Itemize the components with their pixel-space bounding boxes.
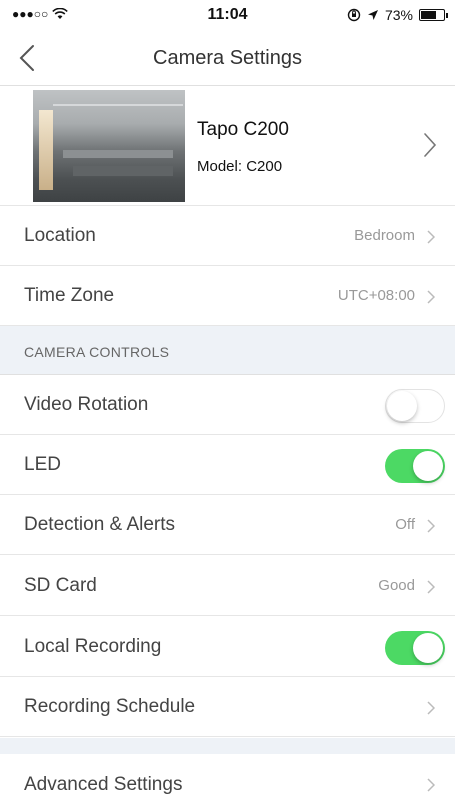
thumbnail-desk [73,166,173,176]
row-value: Bedroom [354,227,415,244]
chevron-right-icon [427,778,435,792]
time-zone-row[interactable]: Time Zone UTC+08:00 [0,266,455,326]
led-row: LED [0,435,455,495]
location-row[interactable]: Location Bedroom [0,206,455,266]
device-summary-row[interactable]: Tapo C200 Model: C200 [0,86,455,206]
row-label: SD Card [24,575,97,596]
toggle-knob [413,633,443,663]
page-title: Camera Settings [153,47,302,69]
thumbnail-desk [63,150,173,158]
section-spacer [0,738,455,754]
chevron-right-icon [427,290,435,304]
row-label: Video Rotation [24,394,149,415]
row-label: Advanced Settings [24,774,183,795]
toggle-knob [413,451,443,481]
row-label: Time Zone [24,285,115,306]
nav-bar: Camera Settings [0,30,455,86]
location-arrow-icon [367,10,378,20]
local-recording-toggle[interactable] [385,631,445,665]
chevron-right-icon [424,133,437,157]
row-label: Local Recording [24,636,162,657]
chevron-right-icon [427,580,435,594]
chevron-right-icon [427,519,435,533]
section-header-camera-controls: CAMERA CONTROLS [0,326,455,375]
local-recording-row: Local Recording [0,617,455,677]
orientation-lock-icon [347,8,361,22]
row-value: Off [395,516,415,533]
camera-thumbnail [33,90,185,202]
toggle-knob [387,391,417,421]
recording-schedule-row[interactable]: Recording Schedule [0,677,455,737]
thumbnail-window [39,110,53,190]
section-header-label: CAMERA CONTROLS [24,344,170,360]
video-rotation-toggle[interactable] [385,389,445,423]
row-label: Detection & Alerts [24,514,176,535]
row-label: Location [24,225,96,246]
battery-fill [421,11,437,19]
chevron-right-icon [427,230,435,244]
battery-percent: 73% [384,7,413,23]
row-label: LED [24,454,61,475]
sd-card-row[interactable]: SD Card Good [0,556,455,616]
row-value: UTC+08:00 [337,287,415,304]
battery-tip [446,13,448,18]
chevron-right-icon [427,701,435,715]
row-value: Good [378,577,415,594]
device-name: Tapo C200 [197,119,289,140]
video-rotation-row: Video Rotation [0,375,455,435]
battery-icon [419,9,448,21]
status-right: 73% [347,7,448,23]
thumbnail-ceiling [53,104,183,106]
led-toggle[interactable] [385,449,445,483]
advanced-settings-row[interactable]: Advanced Settings [0,754,455,809]
detection-alerts-row[interactable]: Detection & Alerts Off [0,495,455,555]
row-label: Recording Schedule [24,696,196,717]
status-bar: ●●●○○ 11:04 73% [0,0,455,30]
device-model: Model: C200 [197,158,283,175]
